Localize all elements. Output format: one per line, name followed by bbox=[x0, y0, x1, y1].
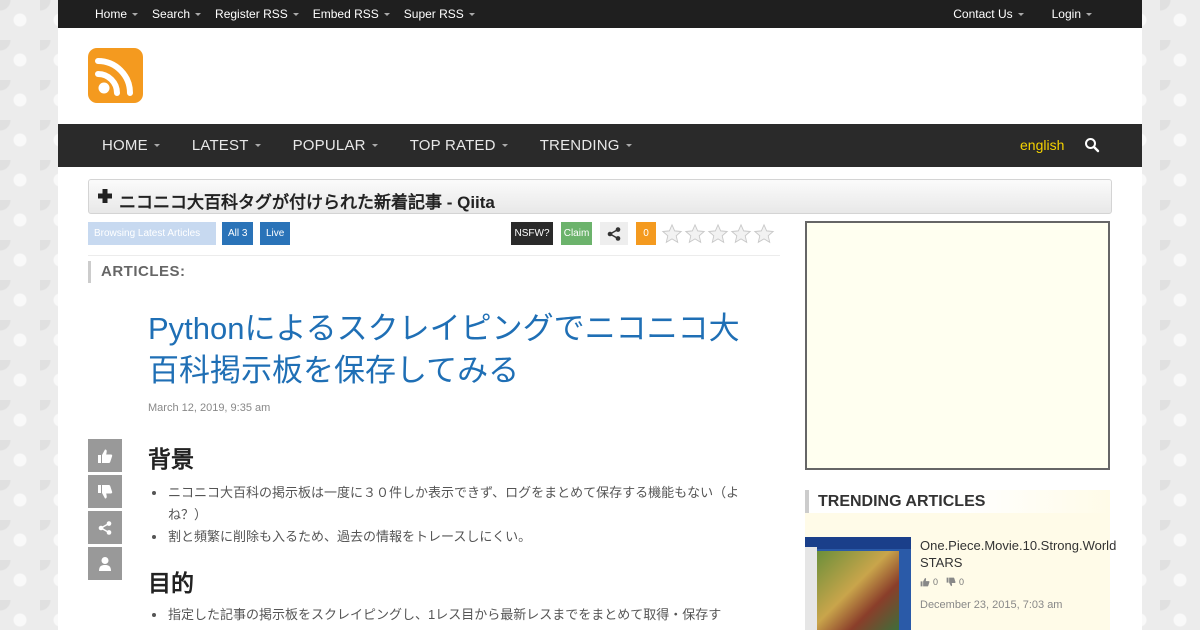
nsfw-button[interactable]: NSFW? bbox=[511, 222, 553, 245]
share-count-badge: 0 bbox=[636, 222, 656, 245]
caret-down-icon bbox=[371, 144, 378, 147]
top-menu-home[interactable]: Home bbox=[95, 7, 139, 21]
star-icon[interactable] bbox=[684, 223, 706, 245]
trending-article-title-line2[interactable]: STARS bbox=[920, 555, 962, 570]
trending-article-date: December 23, 2015, 7:03 am bbox=[920, 599, 1063, 611]
articles-heading: ARTICLES: bbox=[88, 261, 186, 283]
star-icon[interactable] bbox=[753, 223, 775, 245]
dislike-count: 0 bbox=[959, 577, 965, 587]
top-menu-label: Super RSS bbox=[403, 7, 464, 21]
top-menu-search[interactable]: Search bbox=[152, 7, 202, 21]
list-item: 割と頻繁に削除も入るため、過去の情報をトレースしにくい。 bbox=[150, 526, 770, 548]
nav-label: HOME bbox=[102, 137, 148, 154]
top-menu-embed-rss[interactable]: Embed RSS bbox=[313, 7, 390, 21]
nav-latest[interactable]: LATEST bbox=[192, 137, 261, 154]
top-menu-left: Home Search Register RSS Embed RSS Super… bbox=[95, 0, 489, 28]
main-nav-items: HOME LATEST POPULAR TOP RATED TRENDING bbox=[102, 124, 664, 167]
page-container: Home Search Register RSS Embed RSS Super… bbox=[58, 0, 1142, 630]
top-menu-label: Login bbox=[1051, 7, 1081, 21]
article-action-buttons bbox=[88, 439, 122, 583]
share-button[interactable] bbox=[600, 222, 628, 245]
bullet-list: ニコニコ大百科の掲示板は一度に３０件しか表示できず、ログをまとめて保存する機能も… bbox=[150, 482, 770, 548]
cover-art bbox=[817, 551, 899, 630]
caret-down-icon bbox=[625, 144, 632, 147]
nav-label: TOP RATED bbox=[409, 137, 496, 154]
thumbs-down-icon bbox=[946, 577, 956, 587]
top-menu-super-rss[interactable]: Super RSS bbox=[404, 7, 475, 21]
top-menu-contact-us[interactable]: Contact Us bbox=[953, 7, 1024, 21]
trending-heading: TRENDING ARTICLES bbox=[805, 490, 1110, 513]
browse-latest-badge[interactable]: Browsing Latest Articles bbox=[88, 222, 216, 245]
all-count-badge[interactable]: All 3 bbox=[222, 222, 254, 245]
caret-down-icon bbox=[195, 12, 202, 16]
caret-down-icon bbox=[1086, 12, 1092, 16]
list-item: 指定した記事の掲示板をスクレイピングし、1レス目から最新レスまでをまとめて取得・… bbox=[150, 604, 770, 626]
nav-trending[interactable]: TRENDING bbox=[540, 137, 632, 154]
language-selector[interactable]: english bbox=[1020, 137, 1064, 153]
section-heading: 背景 bbox=[148, 446, 194, 472]
nav-home[interactable]: HOME bbox=[102, 137, 160, 154]
thumbs-down-icon bbox=[98, 484, 113, 498]
feed-title-bar: ニコニコ大百科タグが付けられた新着記事 - Qiita bbox=[88, 179, 1112, 214]
claim-button[interactable]: Claim bbox=[561, 222, 592, 245]
thumbs-up-icon bbox=[98, 449, 113, 463]
list-item: ニコニコ大百科の掲示板は一度に３０件しか表示できず、ログをまとめて保存する機能も… bbox=[150, 482, 770, 526]
share-icon bbox=[98, 520, 112, 535]
trending-thumbnail[interactable] bbox=[805, 537, 911, 630]
cover-band bbox=[805, 537, 911, 549]
top-menu-label: Home bbox=[95, 7, 128, 21]
top-menu-label: Contact Us bbox=[953, 7, 1013, 21]
top-menu-label: Search bbox=[152, 7, 191, 21]
site-logo[interactable] bbox=[88, 48, 143, 103]
bullet-list: 指定した記事の掲示板をスクレイピングし、1レス目から最新レスまでをまとめて取得・… bbox=[150, 604, 770, 626]
like-count: 0 bbox=[933, 577, 939, 587]
user-icon bbox=[99, 556, 111, 571]
section-heading: 目的 bbox=[148, 570, 194, 596]
trending-votes: 0 0 bbox=[920, 577, 972, 587]
top-menu-login[interactable]: Login bbox=[1052, 7, 1092, 21]
nav-popular[interactable]: POPULAR bbox=[293, 137, 378, 154]
caret-down-icon bbox=[383, 12, 390, 16]
trending-article-title[interactable]: One.Piece.Movie.10.Strong.World bbox=[920, 536, 1142, 555]
plus-icon[interactable] bbox=[97, 188, 113, 204]
share-icon bbox=[607, 226, 621, 241]
rating-stars[interactable] bbox=[661, 222, 776, 245]
live-badge[interactable]: Live bbox=[260, 222, 291, 245]
top-menu-label: Register RSS bbox=[215, 7, 288, 21]
top-menu-label: Embed RSS bbox=[312, 7, 379, 21]
nav-top-rated[interactable]: TOP RATED bbox=[410, 137, 508, 154]
search-icon[interactable] bbox=[1084, 137, 1100, 153]
nav-label: POPULAR bbox=[292, 137, 366, 154]
caret-down-icon bbox=[1017, 12, 1024, 16]
star-icon[interactable] bbox=[661, 223, 683, 245]
caret-down-icon bbox=[254, 144, 261, 147]
article-title-link[interactable]: Pythonによるスクレイピングでニコニコ大百科掲示板を保存してみる bbox=[148, 308, 768, 392]
caret-down-icon bbox=[292, 12, 299, 16]
nav-label: TRENDING bbox=[539, 137, 620, 154]
author-button[interactable] bbox=[88, 547, 122, 580]
top-bar: Home Search Register RSS Embed RSS Super… bbox=[58, 0, 1142, 28]
article-date: March 12, 2019, 9:35 am bbox=[148, 402, 271, 414]
star-icon[interactable] bbox=[707, 223, 729, 245]
ad-slot bbox=[805, 221, 1110, 470]
cover-spine bbox=[805, 547, 817, 630]
main-nav: HOME LATEST POPULAR TOP RATED TRENDING e… bbox=[58, 124, 1142, 167]
star-icon[interactable] bbox=[730, 223, 752, 245]
nav-label: LATEST bbox=[191, 137, 249, 154]
thumbs-up-icon bbox=[920, 577, 930, 587]
top-menu-right: Contact Us Login bbox=[925, 0, 1092, 28]
top-menu-register-rss[interactable]: Register RSS bbox=[215, 7, 299, 21]
divider bbox=[88, 255, 780, 256]
feed-title: ニコニコ大百科タグが付けられた新着記事 - Qiita bbox=[119, 193, 495, 212]
dislike-button[interactable] bbox=[88, 475, 122, 508]
article-share-button[interactable] bbox=[88, 511, 122, 544]
like-button[interactable] bbox=[88, 439, 122, 472]
caret-down-icon bbox=[153, 144, 160, 147]
caret-down-icon bbox=[501, 144, 508, 147]
rss-icon bbox=[95, 58, 133, 96]
caret-down-icon bbox=[132, 12, 139, 16]
caret-down-icon bbox=[468, 12, 475, 16]
